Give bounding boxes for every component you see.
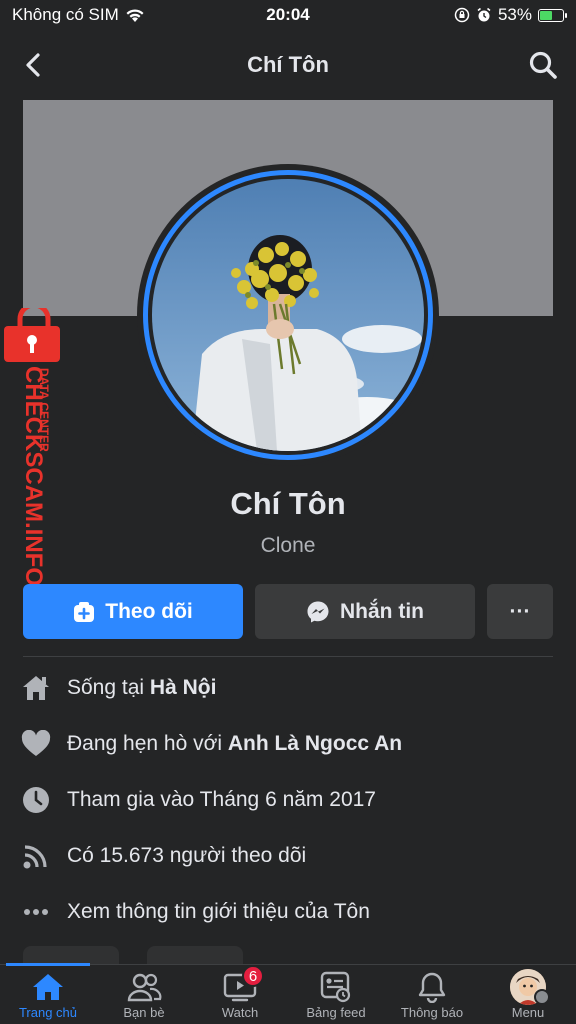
tab-home[interactable]: Trang chủ — [0, 963, 96, 1024]
intro-row-relationship[interactable]: Đang hẹn hò với Anh Là Ngocc An — [20, 724, 560, 764]
intro-bold: Anh Là Ngocc An — [227, 732, 403, 755]
menu-avatar-icon — [510, 969, 550, 1005]
watermark-small-text: DATA CENTER — [37, 368, 51, 452]
tab-label: Bạn bè — [123, 1005, 165, 1020]
intro-text: Xem thông tin giới thiệu của Tôn — [67, 900, 370, 923]
more-label: ··· — [509, 599, 531, 623]
watch-badge: 6 — [242, 965, 264, 987]
intro-text: Sống tại — [67, 676, 150, 699]
ellipsis-icon — [20, 896, 52, 928]
back-button[interactable] — [18, 50, 48, 80]
tab-feed[interactable]: Bảng feed — [288, 965, 384, 1024]
more-options-button[interactable]: ··· — [487, 584, 553, 639]
wifi-icon — [126, 8, 144, 22]
search-button[interactable] — [526, 48, 560, 82]
messenger-icon — [307, 601, 329, 622]
intro-row-see-about[interactable]: Xem thông tin giới thiệu của Tôn — [20, 892, 560, 932]
intro-text: Có 15.673 người theo dõi — [67, 844, 307, 867]
bottom-tab-bar: Trang chủ Bạn bè 6 Watch Bảng feed Thông… — [0, 963, 576, 1024]
section-divider — [23, 656, 553, 657]
top-nav-bar: Chí Tôn — [0, 30, 576, 100]
battery-percent: 53% — [497, 5, 532, 24]
padlock-icon — [17, 302, 51, 326]
home-icon — [20, 672, 52, 704]
menu-hamburger-badge — [534, 989, 550, 1005]
bell-icon — [414, 971, 450, 1003]
message-label: Nhắn tin — [340, 599, 424, 623]
intro-row-lives-in[interactable]: Sống tại Hà Nội — [20, 668, 560, 708]
tab-menu[interactable]: Menu — [480, 965, 576, 1024]
watch-icon: 6 — [222, 965, 264, 1003]
tab-label: Bảng feed — [306, 1005, 366, 1020]
follow-label: Theo dõi — [105, 599, 193, 623]
heart-icon — [20, 728, 52, 760]
follow-button[interactable]: Theo dõi — [23, 584, 243, 639]
intro-bold: Hà Nội — [149, 676, 217, 699]
search-icon — [529, 51, 557, 79]
alarm-icon — [477, 7, 491, 22]
story-ring — [143, 170, 433, 460]
featured-thumbnails — [23, 946, 243, 964]
battery-fill — [540, 10, 552, 20]
profile-subtitle: Clone — [260, 534, 316, 557]
tab-friends[interactable]: Bạn bè — [96, 965, 192, 1024]
chevron-left-icon — [26, 53, 40, 77]
battery-icon — [538, 8, 567, 22]
status-time: 20:04 — [266, 5, 310, 24]
tab-label: Thông báo — [400, 1005, 464, 1020]
profile-name: Chí Tôn — [230, 486, 346, 521]
featured-thumbnail[interactable] — [147, 946, 243, 964]
featured-thumbnail[interactable] — [23, 946, 119, 964]
carrier-text: Không có SIM — [12, 5, 119, 24]
intro-row-joined: Tham gia vào Tháng 6 năm 2017 — [20, 780, 560, 820]
profile-photo — [152, 179, 424, 451]
clock-icon — [20, 784, 52, 816]
friends-icon — [126, 971, 162, 1003]
status-right: 53% — [364, 5, 567, 25]
tab-notifications[interactable]: Thông báo — [384, 965, 480, 1024]
orientation-lock-icon — [454, 7, 470, 23]
intro-row-followers[interactable]: Có 15.673 người theo dõi — [20, 836, 560, 876]
tab-label: Menu — [511, 1005, 545, 1020]
status-left: Không có SIM — [12, 5, 212, 25]
message-button[interactable]: Nhắn tin — [255, 584, 475, 639]
follow-plus-icon — [74, 601, 95, 622]
intro-text: Đang hẹn hò với — [67, 732, 228, 755]
status-bar: Không có SIM 20:04 53% — [0, 0, 576, 30]
home-icon — [30, 971, 66, 1003]
rss-icon — [20, 840, 52, 872]
intro-text: Tham gia vào Tháng 6 năm 2017 — [67, 788, 376, 811]
tab-label: Watch — [221, 1005, 259, 1020]
profile-photo-image — [152, 179, 424, 451]
profile-content: CHECKSCAM.INFO DATA CENTER Chí Tôn Clone… — [0, 100, 576, 964]
profile-picture[interactable] — [137, 164, 439, 466]
feed-icon — [318, 971, 354, 1003]
page-title: Chí Tôn — [247, 52, 329, 77]
tab-watch[interactable]: 6 Watch — [192, 965, 288, 1024]
tab-label: Trang chủ — [18, 1005, 78, 1020]
